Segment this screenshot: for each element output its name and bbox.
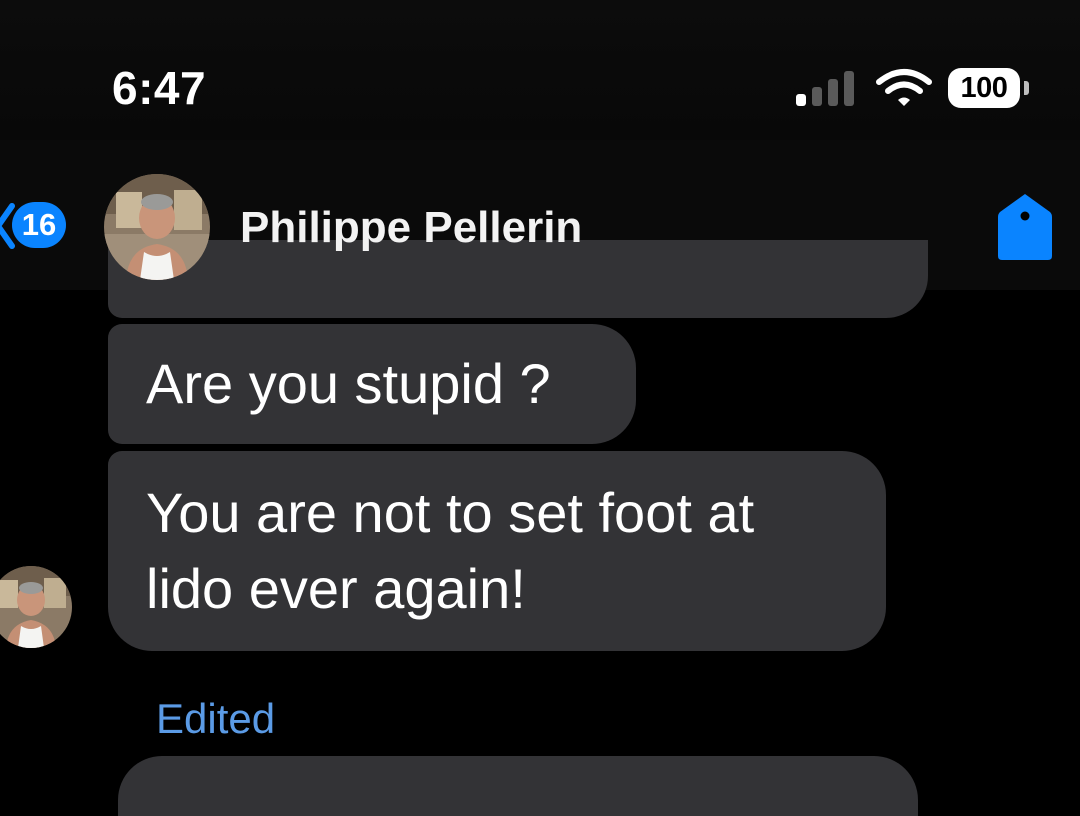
contact-name[interactable]: Philippe Pellerin — [240, 200, 582, 256]
battery-level: 100 — [948, 68, 1020, 108]
back-button[interactable]: 16 — [0, 198, 90, 254]
message-bubble-next[interactable] — [118, 756, 918, 816]
battery-indicator: 100 — [948, 68, 1029, 108]
contact-avatar[interactable] — [104, 174, 210, 280]
wifi-icon — [876, 69, 932, 106]
message-bubble[interactable]: You are not to set foot at lido ever aga… — [108, 451, 886, 651]
message-bubble[interactable]: Are you stupid ? — [108, 324, 636, 444]
message-text: You are not to set foot at lido ever aga… — [146, 481, 755, 620]
message-text: Are you stupid ? — [146, 352, 551, 415]
edited-label: Edited — [156, 695, 276, 742]
tag-icon[interactable] — [996, 192, 1054, 262]
battery-tip — [1024, 81, 1029, 95]
unread-count-badge: 16 — [12, 202, 66, 248]
status-time: 6:47 — [112, 62, 207, 114]
cellular-signal-icon — [796, 70, 858, 106]
sender-avatar[interactable] — [0, 566, 72, 648]
